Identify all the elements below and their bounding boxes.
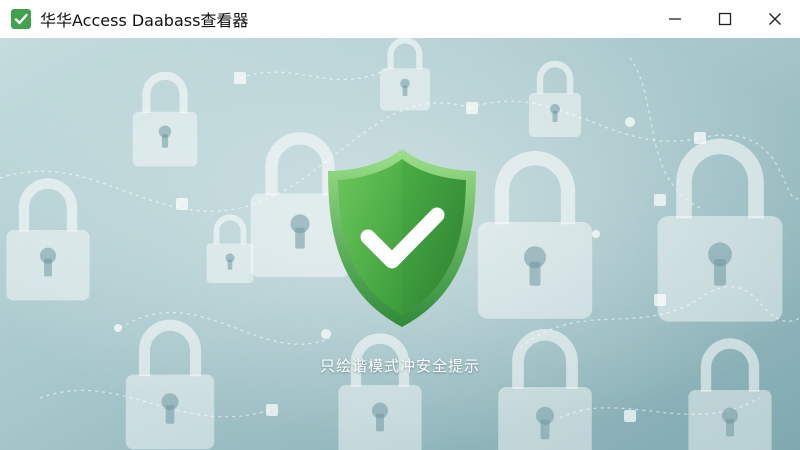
close-icon bbox=[769, 13, 781, 25]
security-splash: 只绘谐模式冲安全提示 bbox=[0, 38, 800, 450]
minimize-icon bbox=[669, 18, 681, 20]
minimize-button[interactable] bbox=[650, 0, 700, 38]
window-title: 华华Access Daabass查看器 bbox=[40, 11, 249, 30]
maximize-icon bbox=[718, 12, 732, 26]
shield-check-icon bbox=[328, 149, 476, 327]
window-controls bbox=[650, 0, 800, 38]
app-window: 华华Access Daabass查看器 只绘谐模式冲安全提示 bbox=[0, 0, 800, 450]
safe-mode-caption: 只绘谐模式冲安全提示 bbox=[319, 357, 480, 375]
green-checkbox-icon bbox=[11, 9, 31, 29]
close-button[interactable] bbox=[750, 0, 800, 38]
maximize-button[interactable] bbox=[700, 0, 750, 38]
title-bar[interactable]: 华华Access Daabass查看器 bbox=[0, 0, 800, 38]
